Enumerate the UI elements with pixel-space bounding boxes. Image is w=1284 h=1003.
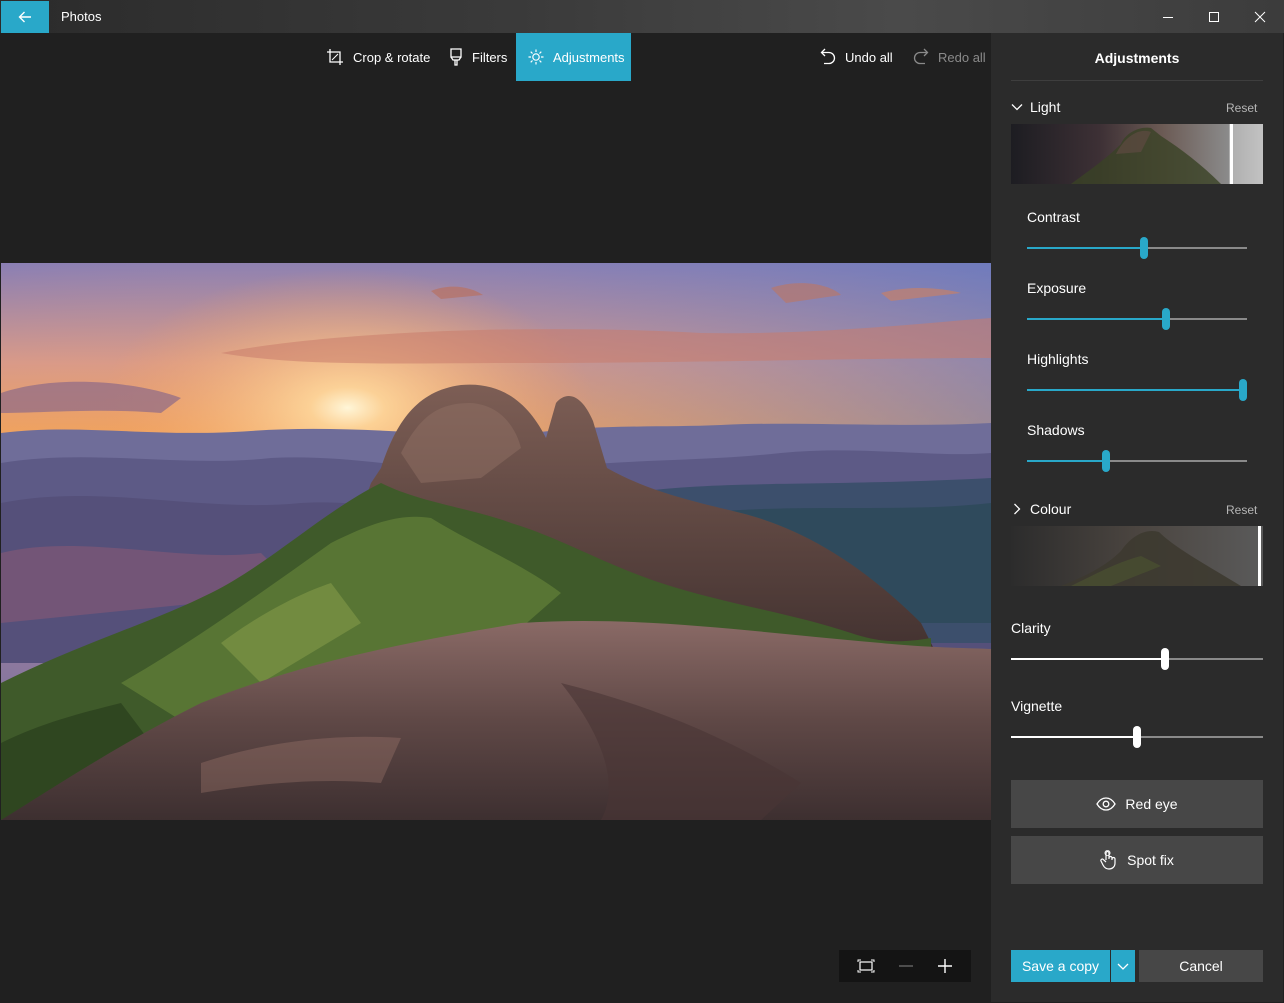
colour-reset-button[interactable]: Reset [1226, 503, 1257, 517]
red-eye-label: Red eye [1125, 796, 1178, 812]
vignette-label: Vignette [1011, 698, 1063, 714]
zoom-out-icon[interactable] [898, 958, 914, 974]
light-section-toggle[interactable]: Light [1011, 99, 1060, 115]
filters-icon [449, 48, 463, 66]
shadows-slider-thumb[interactable] [1102, 450, 1111, 472]
shadows-slider[interactable] [1027, 450, 1247, 472]
zoom-in-icon[interactable] [937, 958, 953, 974]
light-section-label: Light [1030, 99, 1061, 115]
panel-title: Adjustments [1094, 50, 1180, 66]
save-options-dropdown[interactable] [1111, 950, 1135, 982]
title-bar [0, 0, 1284, 33]
brightness-icon [528, 49, 544, 65]
maximize-icon [1208, 11, 1220, 23]
light-preview-strip[interactable] [1011, 124, 1263, 184]
undo-icon [820, 48, 836, 66]
cancel-button[interactable]: Cancel [1139, 950, 1263, 982]
exposure-label: Exposure [1027, 280, 1087, 296]
highlights-slider-thumb[interactable] [1238, 379, 1247, 401]
eye-icon [1096, 797, 1117, 811]
highlights-label: Highlights [1027, 351, 1089, 367]
back-button[interactable] [1, 1, 49, 33]
app-title: Photos [61, 9, 102, 24]
close-icon [1254, 11, 1266, 23]
crop-rotate-button[interactable]: Crop & rotate [314, 33, 442, 81]
vignette-slider-thumb[interactable] [1133, 726, 1141, 748]
close-button[interactable] [1237, 0, 1283, 33]
save-a-copy-button[interactable]: Save a copy [1011, 950, 1110, 982]
minimize-icon [1162, 11, 1174, 23]
chevron-down-icon [1117, 960, 1129, 972]
exposure-slider-thumb[interactable] [1161, 308, 1170, 330]
shadows-label: Shadows [1027, 422, 1085, 438]
redo-all-button[interactable]: Redo all [901, 33, 998, 81]
clarity-slider[interactable] [1011, 648, 1263, 670]
clarity-label: Clarity [1011, 620, 1051, 636]
clarity-slider-thumb[interactable] [1160, 648, 1169, 670]
exposure-slider[interactable] [1027, 308, 1247, 330]
filters-button[interactable]: Filters [437, 33, 519, 81]
colour-preview-strip[interactable] [1011, 526, 1263, 586]
contrast-slider[interactable] [1027, 237, 1247, 259]
highlights-slider[interactable] [1027, 379, 1247, 401]
contrast-label: Contrast [1027, 209, 1080, 225]
zoom-toolbar [839, 950, 971, 982]
edited-photo [1, 263, 991, 820]
adjustments-label: Adjustments [553, 49, 625, 65]
red-eye-button[interactable]: Red eye [1011, 780, 1263, 828]
touch-hand-icon [1100, 850, 1118, 870]
adjustments-tab[interactable]: Adjustments [516, 33, 631, 81]
minimize-button[interactable] [1145, 0, 1191, 33]
filters-label: Filters [472, 49, 508, 65]
spot-fix-label: Spot fix [1127, 852, 1174, 868]
spot-fix-button[interactable]: Spot fix [1011, 836, 1263, 884]
contrast-slider-thumb[interactable] [1139, 237, 1148, 259]
chevron-down-icon [1011, 101, 1023, 113]
fit-screen-icon[interactable] [857, 959, 875, 973]
maximize-button[interactable] [1191, 0, 1237, 33]
light-reset-button[interactable]: Reset [1226, 101, 1257, 115]
panel-divider [1011, 80, 1263, 81]
vignette-slider[interactable] [1011, 726, 1263, 748]
back-arrow-icon [17, 9, 33, 25]
crop-icon [326, 48, 344, 66]
colour-section-label: Colour [1030, 501, 1072, 517]
crop-rotate-label: Crop & rotate [353, 49, 431, 65]
undo-all-button[interactable]: Undo all [808, 33, 905, 81]
colour-section-toggle[interactable]: Colour [1011, 501, 1071, 517]
chevron-right-icon [1011, 503, 1023, 515]
redo-icon [913, 48, 929, 66]
redo-all-label: Redo all [938, 49, 986, 65]
undo-all-label: Undo all [845, 49, 893, 65]
